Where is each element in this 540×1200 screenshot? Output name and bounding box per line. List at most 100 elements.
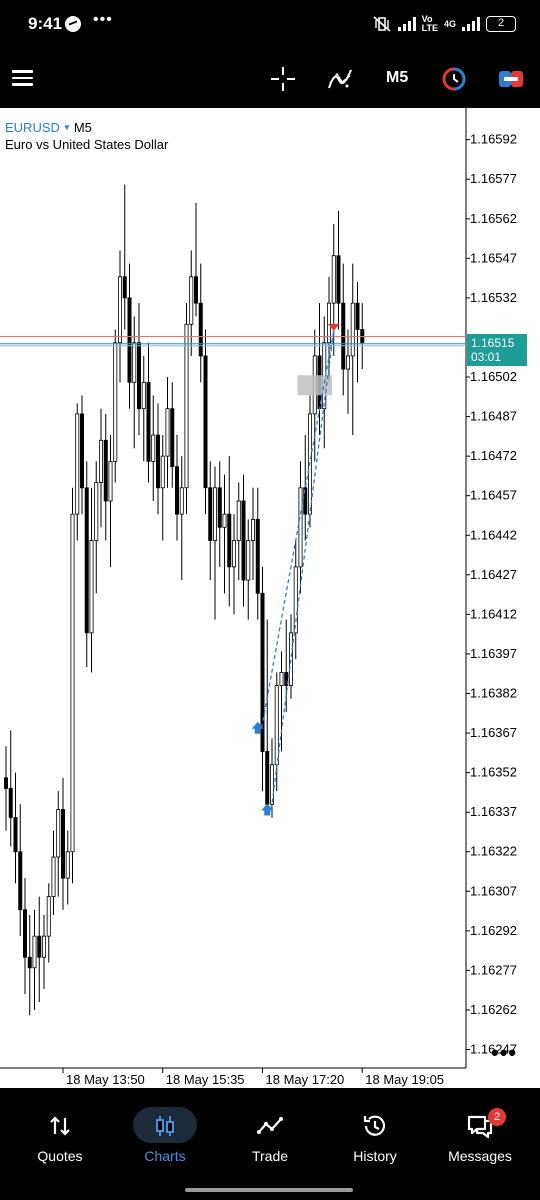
candle-body [179,487,184,515]
status-icons: Vo LTE 4G 2 [372,12,516,36]
candlestick-chart[interactable]: 1.16592 1.16577 1.16562 1.16547 1.16532 1.165… [0,108,540,1088]
candle-body [331,255,336,304]
bottom-navigation: Quotes Charts Trade History 2 Messages [0,1088,540,1200]
y-tick-label: 1.16427 [470,567,517,582]
current-price-value: 1.16515 [471,336,515,350]
candle-body [246,540,251,581]
candle-body [269,764,274,805]
candle-body [32,935,37,969]
nav-quotes[interactable]: Quotes [6,1088,114,1178]
candle-body [208,487,213,541]
nav-messages-label: Messages [448,1148,512,1164]
volte-icon: Vo LTE [421,14,438,33]
candle-body [136,342,141,410]
chart-area[interactable]: 1.16592 1.16577 1.16562 1.16547 1.16532 1.165… [0,108,540,1088]
candle-body [13,817,18,853]
candle-body [189,276,194,325]
candle-body [65,851,70,879]
trade-icon [257,1117,283,1134]
candle-body [61,809,66,879]
trade-panel-icon[interactable] [498,66,524,92]
candle-body [227,513,232,568]
candle-body [350,302,355,357]
candle-body [250,519,255,541]
y-tick-label: 1.16532 [470,290,517,305]
candle-body [236,500,241,541]
chart-description: Euro vs United States Dollar [5,137,169,152]
candle-body [89,540,94,634]
candle-body [231,540,236,568]
y-tick-label: 1.16337 [470,804,517,819]
y-tick-label: 1.16592 [470,132,517,147]
indicators-icon[interactable] [327,66,353,92]
chart-timeframe-label: M5 [73,120,92,135]
candle-body [99,439,104,483]
quotes-icon [50,1116,70,1136]
battery-icon: 2 [486,16,516,32]
symbol-dropdown-icon[interactable]: ▼ [63,123,71,132]
nav-messages[interactable]: 2 Messages [426,1088,534,1178]
crosshair-icon[interactable] [270,66,296,92]
candle-body [118,276,123,344]
candle-body [155,434,160,489]
signal-icon-2 [462,17,480,31]
mute-vibrate-icon [373,16,391,32]
home-indicator[interactable] [185,1188,353,1192]
menu-icon[interactable] [12,70,33,86]
chart-symbol[interactable]: EURUSD [5,120,60,135]
nav-trade-label: Trade [251,1148,289,1164]
candle-body [132,342,137,383]
candle-body [151,434,156,462]
candle-body [146,381,151,462]
candle-body [298,487,303,568]
candle-body [279,671,284,686]
x-tick-label: 18 May 19:05 [365,1072,444,1087]
candle-countdown: 03:01 [471,350,502,364]
nav-quotes-label: Quotes [37,1148,83,1164]
charts-icon [156,1116,174,1136]
candle-body [174,466,179,515]
y-tick-label: 1.16292 [470,923,517,938]
chart-toolbar: M5 [0,50,540,108]
nav-history-label: History [353,1148,397,1164]
candle-body [217,487,222,528]
y-tick-label: 1.16577 [470,171,517,186]
candle-body [355,302,360,330]
candle-body [212,487,217,541]
candle-body [293,566,298,634]
candle-body [8,788,13,818]
candle-body [165,408,170,457]
candle-body [255,519,260,594]
candle-body [274,685,279,766]
status-time: 9:41 [28,14,63,33]
chart-symbol-header[interactable]: EURUSD ▼ M5 [5,120,92,135]
y-tick-label: 1.16322 [470,844,517,859]
y-tick-label: 1.16262 [470,1002,517,1017]
history-icon [363,1115,386,1136]
nav-trade[interactable]: Trade [216,1088,324,1178]
current-price-tag: 1.16515 03:01 [467,334,527,366]
y-tick-label: 1.16502 [470,369,517,384]
y-tick-label: 1.16487 [470,409,517,424]
candle-body [4,777,9,789]
x-tick-label: 18 May 15:35 [166,1072,245,1087]
candle-body [103,439,108,502]
nav-charts[interactable]: Charts [111,1088,219,1178]
more-options-icon[interactable]: ••• [491,1040,517,1066]
candle-body [184,323,189,489]
candle-body [198,302,203,357]
candle-body [108,461,113,502]
candle-body [80,413,85,489]
candle-body [288,632,293,686]
one-click-trading-icon[interactable] [441,66,467,92]
candle-body [141,381,146,410]
y-tick-label: 1.16562 [470,211,517,226]
y-tick-label: 1.16352 [470,765,517,780]
candle-body [336,255,341,304]
nav-history[interactable]: History [321,1088,429,1178]
candle-body [94,482,99,541]
candle-body [56,809,61,858]
timeframe-button[interactable]: M5 [386,69,408,87]
candle-body [27,956,32,969]
candle-body [113,342,118,462]
